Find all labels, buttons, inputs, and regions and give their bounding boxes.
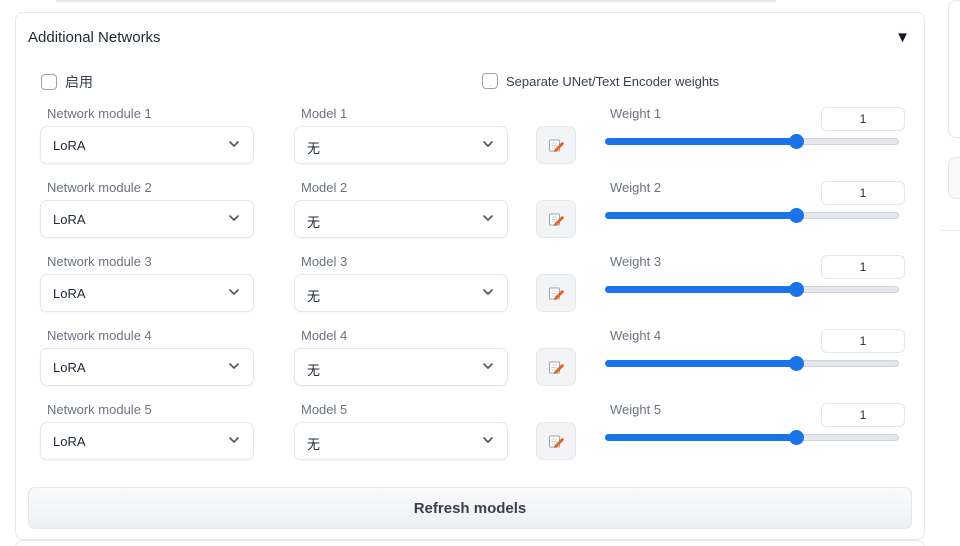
edit-pencil-icon <box>549 213 564 226</box>
model-label: Model 4 <box>301 328 348 343</box>
right-divider-fragment <box>940 230 960 231</box>
edit-model-button[interactable] <box>536 200 576 238</box>
weight-slider[interactable] <box>605 356 899 371</box>
model-dropdown[interactable]: 无 <box>294 200 508 238</box>
edit-model-button[interactable] <box>536 274 576 312</box>
network-module-dropdown[interactable]: LoRA <box>40 348 254 386</box>
separate-weights-checkbox-row[interactable]: Separate UNet/Text Encoder weights <box>482 73 719 89</box>
network-module-value: LoRA <box>53 212 86 227</box>
chevron-down-icon <box>483 437 493 443</box>
edit-pencil-icon <box>549 435 564 448</box>
model-dropdown[interactable]: 无 <box>294 422 508 460</box>
model-value: 无 <box>307 289 321 304</box>
weight-slider[interactable] <box>605 134 899 149</box>
network-module-label: Network module 3 <box>47 254 152 269</box>
model-value: 无 <box>307 215 321 230</box>
slider-thumb[interactable] <box>789 282 805 297</box>
slider-fill <box>605 434 797 441</box>
top-divider <box>56 0 776 2</box>
network-module-dropdown[interactable]: LoRA <box>40 200 254 238</box>
weight-number-input[interactable]: 1 <box>821 329 905 353</box>
weight-label: Weight 5 <box>610 402 662 417</box>
weight-slider[interactable] <box>605 430 899 445</box>
edit-model-button[interactable] <box>536 126 576 164</box>
network-module-value: LoRA <box>53 434 86 449</box>
refresh-models-button[interactable]: Refresh models <box>28 487 912 529</box>
slider-thumb[interactable] <box>789 134 805 149</box>
chevron-down-icon <box>229 141 239 147</box>
chevron-down-icon <box>229 215 239 221</box>
weight-label: Weight 2 <box>610 180 662 195</box>
network-module-value: LoRA <box>53 360 86 375</box>
weight-label: Weight 3 <box>610 254 662 269</box>
chevron-down-icon <box>483 215 493 221</box>
weight-number-input[interactable]: 1 <box>821 255 905 279</box>
weight-label: Weight 1 <box>610 106 662 121</box>
slider-fill <box>605 360 797 367</box>
right-button-fragment <box>948 157 960 199</box>
chevron-down-icon <box>229 289 239 295</box>
model-dropdown[interactable]: 无 <box>294 274 508 312</box>
edit-pencil-icon <box>549 361 564 374</box>
model-value: 无 <box>307 363 321 378</box>
model-label: Model 5 <box>301 402 348 417</box>
right-panel-fragment <box>948 0 960 138</box>
slider-fill <box>605 138 797 145</box>
chevron-down-icon <box>229 437 239 443</box>
slider-thumb[interactable] <box>789 208 805 223</box>
chevron-down-icon <box>483 363 493 369</box>
next-panel-edge <box>15 540 925 546</box>
model-value: 无 <box>307 141 321 156</box>
model-dropdown[interactable]: 无 <box>294 126 508 164</box>
accordion-title[interactable]: Additional Networks <box>28 29 161 46</box>
network-module-label: Network module 4 <box>47 328 152 343</box>
model-value: 无 <box>307 437 321 452</box>
additional-networks-accordion: Additional Networks ▼ 启用 Separate UNet/T… <box>15 12 925 540</box>
weight-number-input[interactable]: 1 <box>821 403 905 427</box>
slider-fill <box>605 212 797 219</box>
edit-model-button[interactable] <box>536 348 576 386</box>
slider-fill <box>605 286 797 293</box>
model-label: Model 1 <box>301 106 348 121</box>
slider-thumb[interactable] <box>789 356 805 371</box>
network-module-dropdown[interactable]: LoRA <box>40 274 254 312</box>
chevron-down-icon <box>483 289 493 295</box>
separate-weights-checkbox[interactable] <box>482 73 498 89</box>
edit-pencil-icon <box>549 139 564 152</box>
collapse-triangle-icon[interactable]: ▼ <box>895 30 910 45</box>
network-module-label: Network module 1 <box>47 106 152 121</box>
chevron-down-icon <box>483 141 493 147</box>
model-dropdown[interactable]: 无 <box>294 348 508 386</box>
enable-label: 启用 <box>65 74 93 90</box>
separate-weights-label: Separate UNet/Text Encoder weights <box>506 73 720 89</box>
weight-number-input[interactable]: 1 <box>821 181 905 205</box>
weight-number-input[interactable]: 1 <box>821 107 905 131</box>
weight-slider[interactable] <box>605 208 899 223</box>
model-label: Model 3 <box>301 254 348 269</box>
weight-label: Weight 4 <box>610 328 662 343</box>
network-module-dropdown[interactable]: LoRA <box>40 126 254 164</box>
network-module-value: LoRA <box>53 138 86 153</box>
network-module-label: Network module 5 <box>47 402 152 417</box>
network-module-dropdown[interactable]: LoRA <box>40 422 254 460</box>
edit-pencil-icon <box>549 287 564 300</box>
edit-model-button[interactable] <box>536 422 576 460</box>
weight-slider[interactable] <box>605 282 899 297</box>
slider-thumb[interactable] <box>789 430 805 445</box>
chevron-down-icon <box>229 363 239 369</box>
enable-checkbox-row[interactable]: 启用 <box>41 72 93 92</box>
model-label: Model 2 <box>301 180 348 195</box>
network-module-label: Network module 2 <box>47 180 152 195</box>
enable-checkbox[interactable] <box>41 74 57 90</box>
network-module-value: LoRA <box>53 286 86 301</box>
